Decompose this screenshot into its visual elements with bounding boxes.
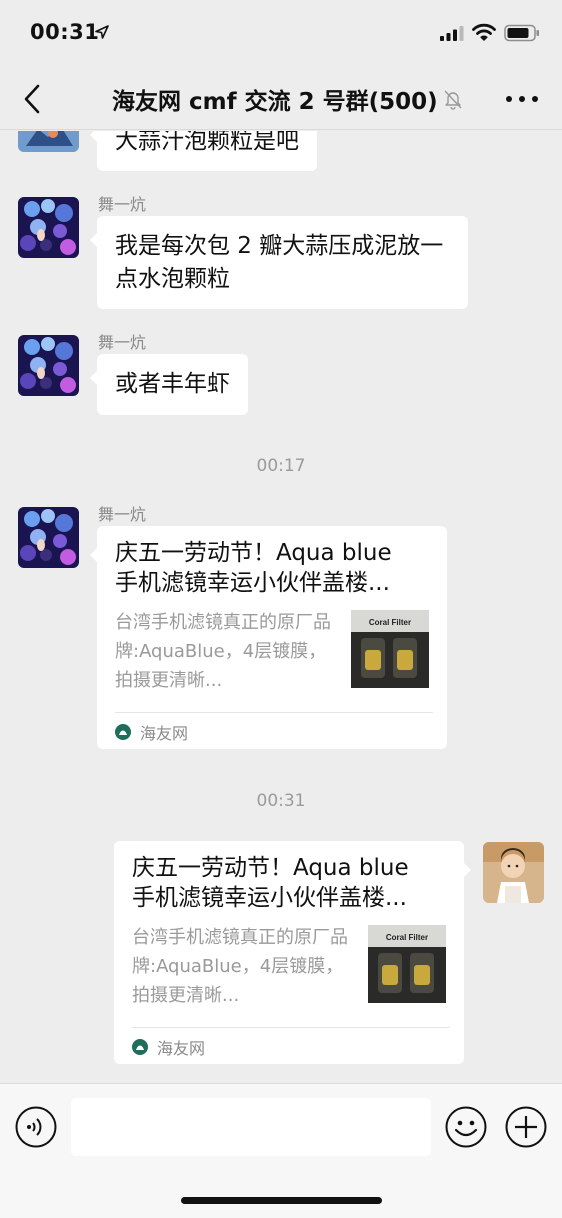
card-divider bbox=[132, 1027, 450, 1028]
status-time: 00:31 bbox=[30, 20, 100, 44]
source-logo-icon bbox=[115, 724, 131, 740]
more-options-button[interactable] bbox=[502, 86, 542, 112]
card-description: 台湾手机滤镜真正的原厂品牌:AquaBlue，4层镀膜，拍摄更清晰... bbox=[115, 612, 331, 691]
message-bubble[interactable]: 或者丰年虾 bbox=[90, 354, 248, 415]
source-logo-icon bbox=[132, 1039, 148, 1055]
status-bar: 00:31 bbox=[0, 0, 562, 68]
link-card[interactable]: 庆五一劳动节！Aqua blue 手机滤镜幸运小伙伴盖楼... 台湾手机滤镜真正… bbox=[114, 841, 471, 1064]
sender-avatar[interactable] bbox=[18, 335, 79, 396]
my-avatar[interactable] bbox=[483, 842, 544, 903]
battery-icon bbox=[504, 24, 539, 42]
card-description: 台湾手机滤镜真正的原厂品牌:AquaBlue，4层镀膜，拍摄更清晰... bbox=[132, 927, 348, 1006]
message-text: 大蒜汁泡颗粒是吧 bbox=[115, 131, 299, 154]
home-indicator[interactable] bbox=[181, 1197, 382, 1204]
message-text: 我是每次包 2 瓣大蒜压成泥放一点水泡颗粒 bbox=[115, 233, 444, 292]
timestamp: 00:31 bbox=[256, 791, 306, 811]
emoji-icon[interactable] bbox=[445, 1106, 487, 1148]
back-button[interactable] bbox=[18, 82, 48, 116]
message-input[interactable] bbox=[71, 1098, 431, 1156]
message-text: 或者丰年虾 bbox=[115, 371, 230, 397]
card-title-line: 手机滤镜幸运小伙伴盖楼... bbox=[115, 570, 390, 596]
sender-avatar[interactable] bbox=[18, 197, 79, 258]
location-arrow-icon bbox=[95, 25, 109, 39]
card-title-line: 庆五一劳动节！Aqua blue bbox=[132, 855, 409, 881]
plus-circle-icon[interactable] bbox=[505, 1106, 547, 1148]
sender-name: 舞一炕 bbox=[98, 505, 147, 524]
sender-avatar[interactable] bbox=[18, 131, 79, 152]
card-source-name: 海友网 bbox=[140, 724, 189, 743]
card-title: 庆五一劳动节！Aqua blue 手机滤镜幸运小伙伴盖楼... bbox=[132, 853, 452, 913]
message-bubble[interactable]: 大蒜汁泡颗粒是吧 bbox=[90, 131, 317, 171]
chat-header: 海友网 cmf 交流 2 号群(500) bbox=[0, 68, 562, 130]
timestamp: 00:17 bbox=[256, 456, 306, 476]
bell-muted-icon bbox=[444, 90, 462, 110]
cellular-signal-icon bbox=[440, 26, 464, 41]
chat-title: 海友网 cmf 交流 2 号群(500) bbox=[112, 89, 438, 115]
thumb-label: Coral Filter bbox=[386, 933, 428, 942]
card-title: 庆五一劳动节！Aqua blue 手机滤镜幸运小伙伴盖楼... bbox=[115, 538, 435, 598]
card-source: 海友网 bbox=[115, 720, 188, 744]
chat-title-group: 海友网 cmf 交流 2 号群(500) bbox=[112, 84, 464, 115]
thumb-label: Coral Filter bbox=[369, 618, 411, 627]
sender-name: 舞一炕 bbox=[98, 195, 147, 214]
card-title-line: 庆五一劳动节！Aqua blue bbox=[115, 540, 392, 566]
card-title-line: 手机滤镜幸运小伙伴盖楼... bbox=[132, 885, 407, 911]
sender-avatar[interactable] bbox=[18, 507, 79, 568]
card-thumbnail: Coral Filter bbox=[368, 925, 446, 1003]
card-source-name: 海友网 bbox=[157, 1039, 206, 1058]
sender-name: 舞一炕 bbox=[98, 333, 147, 352]
card-source: 海友网 bbox=[132, 1035, 205, 1059]
link-card[interactable]: 庆五一劳动节！Aqua blue 手机滤镜幸运小伙伴盖楼... 台湾手机滤镜真正… bbox=[90, 526, 447, 749]
wifi-icon bbox=[472, 23, 496, 41]
card-divider bbox=[115, 712, 433, 713]
voice-icon[interactable] bbox=[15, 1106, 57, 1148]
message-list[interactable]: 大蒜汁泡颗粒是吧 舞一炕 我是每次包 2 瓣大蒜压成泥放一点水泡颗粒 舞一炕 或… bbox=[0, 131, 562, 1083]
card-thumbnail: Coral Filter bbox=[351, 610, 429, 688]
message-bubble[interactable]: 我是每次包 2 瓣大蒜压成泥放一点水泡颗粒 bbox=[90, 216, 468, 309]
